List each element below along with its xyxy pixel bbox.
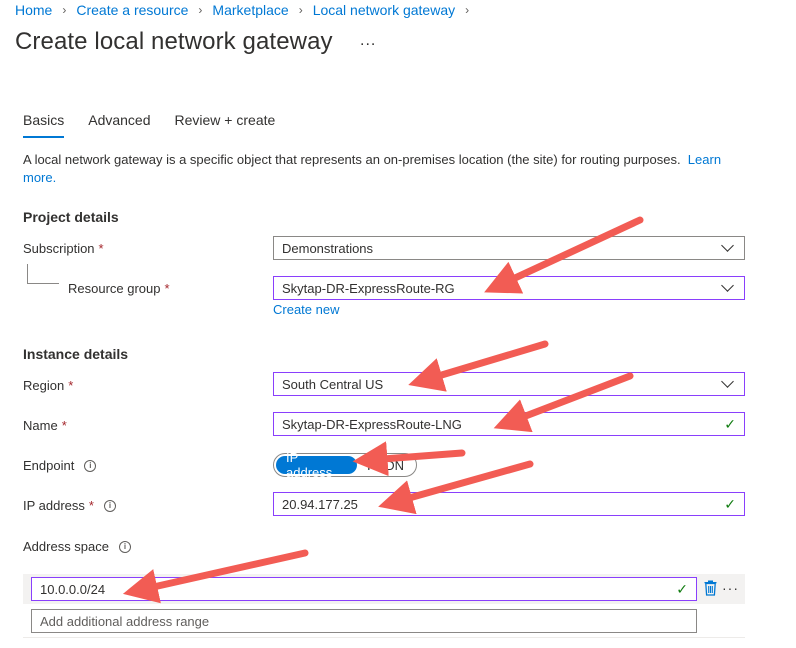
ip-address-label-text: IP address: [23, 498, 85, 513]
resource-group-label: Resource group *: [68, 281, 170, 296]
name-input[interactable]: Skytap-DR-ExpressRoute-LNG ✓: [273, 412, 745, 436]
tab-advanced[interactable]: Advanced: [88, 112, 150, 138]
info-icon[interactable]: i: [103, 499, 116, 512]
trash-icon-svg: [704, 580, 716, 596]
endpoint-option-fqdn[interactable]: FQDN: [357, 456, 414, 474]
ip-address-value: 20.94.177.25: [282, 496, 358, 512]
description-text: A local network gateway is a specific ob…: [23, 152, 681, 167]
address-space-label-text: Address space: [23, 539, 109, 554]
subscription-label-text: Subscription: [23, 241, 95, 256]
subscription-value: Demonstrations: [282, 240, 374, 256]
required-marker: *: [61, 418, 67, 433]
required-marker: *: [98, 241, 104, 256]
endpoint-label-text: Endpoint: [23, 458, 75, 473]
endpoint-label: Endpoint i: [23, 458, 97, 473]
address-space-value: 10.0.0.0/24: [40, 581, 106, 597]
required-marker: *: [68, 378, 74, 393]
endpoint-option-ip[interactable]: IP address: [276, 450, 358, 480]
endpoint-toggle: IP address FQDN: [273, 450, 417, 480]
trash-icon[interactable]: [703, 579, 717, 597]
tab-review-create[interactable]: Review + create: [175, 112, 276, 138]
breadcrumb: Home › Create a resource › Marketplace ›…: [15, 0, 479, 20]
breadcrumb-home[interactable]: Home: [15, 2, 52, 18]
ip-address-label: IP address * i: [23, 498, 116, 513]
info-icon[interactable]: i: [84, 459, 97, 472]
resource-group-value: Skytap-DR-ExpressRoute-RG: [282, 280, 455, 296]
chevron-right-icon: ›: [198, 3, 203, 17]
region-label-text: Region: [23, 378, 65, 393]
chevron-right-icon: ›: [62, 3, 67, 17]
region-value: South Central US: [282, 376, 384, 392]
add-address-range-input[interactable]: Add additional address range: [31, 609, 697, 633]
name-value: Skytap-DR-ExpressRoute-LNG: [282, 416, 462, 432]
subscription-label: Subscription *: [23, 241, 104, 256]
tab-bar: Basics Advanced Review + create: [23, 112, 275, 138]
breadcrumb-marketplace[interactable]: Marketplace: [212, 2, 288, 18]
breadcrumb-create-resource[interactable]: Create a resource: [76, 2, 188, 18]
required-marker: *: [88, 498, 94, 513]
divider: [23, 637, 745, 638]
chevron-right-icon: ›: [298, 3, 303, 17]
address-space-label: Address space i: [23, 539, 131, 554]
chevron-right-icon: ›: [465, 3, 470, 17]
check-icon: ✓: [676, 580, 688, 597]
row-more-options-button[interactable]: ···: [722, 580, 739, 596]
chevron-down-icon: [721, 375, 734, 388]
resource-group-dropdown[interactable]: Skytap-DR-ExpressRoute-RG: [273, 276, 745, 300]
region-dropdown[interactable]: South Central US: [273, 372, 745, 396]
more-options-button[interactable]: ...: [360, 32, 376, 50]
chevron-down-icon: [721, 239, 734, 252]
page-title: Create local network gateway: [15, 28, 333, 55]
info-icon[interactable]: i: [119, 540, 131, 553]
create-new-link[interactable]: Create new: [273, 302, 339, 317]
project-details-title: Project details: [23, 209, 119, 225]
check-icon: ✓: [724, 495, 736, 512]
breadcrumb-local-network-gateway[interactable]: Local network gateway: [313, 2, 455, 18]
check-icon: ✓: [724, 415, 736, 432]
ip-address-input[interactable]: 20.94.177.25 ✓: [273, 492, 745, 516]
description: A local network gateway is a specific ob…: [23, 151, 743, 187]
subscription-dropdown[interactable]: Demonstrations: [273, 236, 745, 260]
region-label: Region *: [23, 378, 73, 393]
name-label: Name *: [23, 418, 67, 433]
chevron-down-icon: [721, 279, 734, 292]
resource-group-label-text: Resource group: [68, 281, 161, 296]
name-label-text: Name: [23, 418, 58, 433]
tree-connector: [27, 264, 59, 284]
tab-basics[interactable]: Basics: [23, 112, 65, 138]
required-marker: *: [164, 281, 170, 296]
instance-details-title: Instance details: [23, 346, 129, 362]
address-space-input[interactable]: 10.0.0.0/24 ✓: [31, 577, 697, 601]
